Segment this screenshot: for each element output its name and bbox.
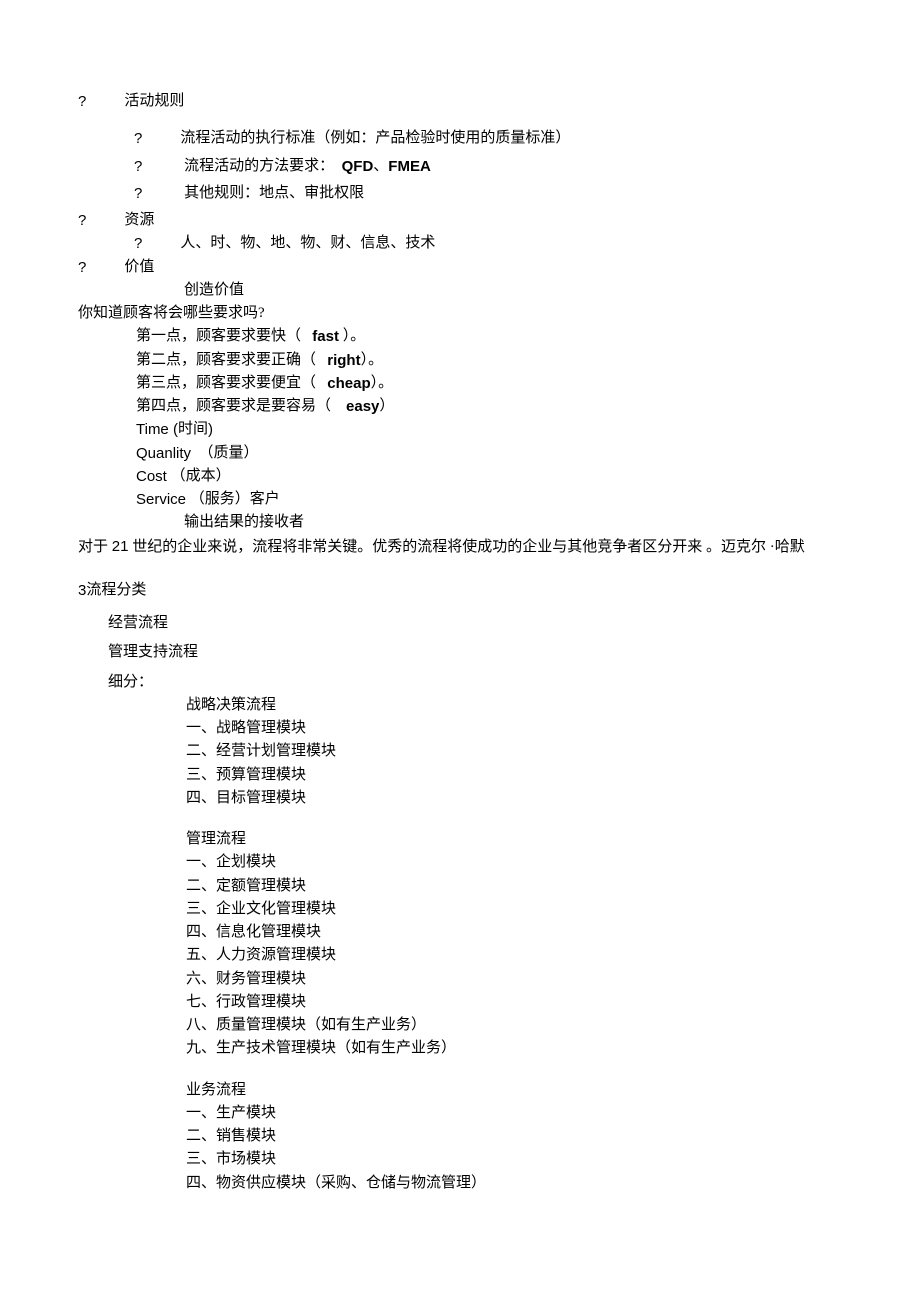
line-create-value: 创造价值 (184, 279, 842, 302)
line-time: Time ( 时间 ) (136, 418, 842, 441)
g2-title: 管理流程 (186, 828, 842, 851)
g2-8: 八、质量管理模块（如有生产业务） (186, 1014, 842, 1037)
g1-4: 四、目标管理模块 (186, 787, 842, 810)
g1-2: 二、经营计划管理模块 (186, 740, 842, 763)
g2-3: 三、企业文化管理模块 (186, 898, 842, 921)
g2-4: 四、信息化管理模块 (186, 921, 842, 944)
line-method-req: ? 流程活动的方法要求： QFD 、 FMEA (134, 155, 842, 178)
g1-1: 一、战略管理模块 (186, 717, 842, 740)
line-receiver: 输出结果的接收者 (184, 511, 842, 534)
g1-3: 三、预算管理模块 (186, 764, 842, 787)
line-cheap: 第三点，顾客要求要便宜（ cheap ）。 (136, 372, 842, 395)
g2-6: 六、财务管理模块 (186, 968, 842, 991)
g2-1: 一、企划模块 (186, 851, 842, 874)
g3-1: 一、生产模块 (186, 1102, 842, 1125)
line-service: Service （服务）客户 (136, 488, 842, 511)
g2-7: 七、行政管理模块 (186, 991, 842, 1014)
cat-mgmt-support: 管理支持流程 (108, 641, 842, 664)
bullet-q: ? (78, 90, 86, 113)
line-know-customer: 你知道顾客将会哪些要求吗? (78, 302, 842, 325)
g1-title: 战略决策流程 (186, 694, 842, 717)
fmea: FMEA (388, 155, 431, 178)
text: 活动规则 (124, 90, 184, 113)
section-3-title: 3 流程分类 (78, 579, 842, 602)
line-exec-standard: ? 流程活动的执行标准（例如：产品检验时使用的质量标准） (134, 127, 842, 150)
cat-subdivide: 细分： (108, 671, 842, 694)
g2-5: 五、人力资源管理模块 (186, 944, 842, 967)
line-other-rules: ? 其他规则：地点、审批权限 (134, 182, 842, 205)
g2-9: 九、生产技术管理模块（如有生产业务） (186, 1037, 842, 1060)
line-cost: Cost （成本） (136, 465, 842, 488)
quote-hammer: 对于 21 世纪的企业来说，流程将非常关键。优秀的流程将使成功的企业与其他竞争者… (78, 535, 842, 559)
line-fast: 第一点，顾客要求要快（ fast ）。 (136, 325, 842, 348)
line-resource-list: ? 人、时、物、地、物、财、信息、技术 (134, 232, 842, 255)
g3-3: 三、市场模块 (186, 1148, 842, 1171)
line-activity-rules: ? 活动规则 (78, 90, 842, 113)
g3-title: 业务流程 (186, 1079, 842, 1102)
line-right: 第二点，顾客要求要正确（ right ）。 (136, 349, 842, 372)
g3-2: 二、销售模块 (186, 1125, 842, 1148)
cat-business: 经营流程 (108, 612, 842, 635)
line-easy: 第四点，顾客要求是要容易（ easy ） (136, 395, 842, 418)
g3-4: 四、物资供应模块（采购、仓储与物流管理） (186, 1172, 842, 1195)
qfd: QFD (342, 155, 374, 178)
line-quality: Quanlity （质量） (136, 442, 842, 465)
line-value: ? 价值 (78, 256, 842, 279)
line-resource: ? 资源 (78, 209, 842, 232)
g2-2: 二、定额管理模块 (186, 875, 842, 898)
